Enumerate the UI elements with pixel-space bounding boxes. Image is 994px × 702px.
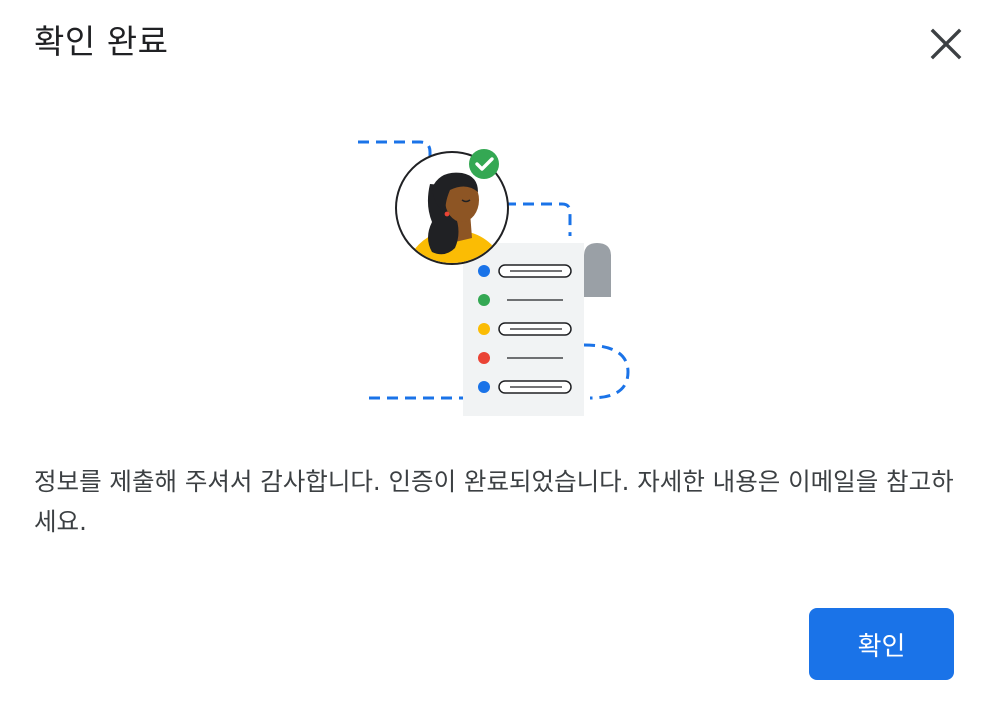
list-bullet	[478, 294, 490, 306]
dialog-title: 확인 완료	[34, 22, 169, 61]
dialog-message: 정보를 제출해 주셔서 감사합니다. 인증이 완료되었습니다. 자세한 내용은 …	[34, 467, 954, 536]
dashed-path-top	[358, 140, 432, 160]
list-bullet	[478, 352, 490, 364]
document-scroll-roll	[584, 243, 611, 297]
confirm-button[interactable]: 확인	[809, 608, 954, 680]
dashed-path-right	[583, 343, 630, 400]
close-icon	[930, 28, 962, 60]
list-bullet	[478, 381, 490, 393]
dashed-path-middle	[505, 202, 572, 236]
list-bullet	[478, 265, 490, 277]
close-button[interactable]	[922, 20, 970, 68]
verification-illustration	[358, 140, 630, 416]
confirmation-dialog: 확인 완료 정보를 제출해 주셔서 감사합니다. 인증이 완료되었습니다. 자세…	[0, 0, 994, 702]
list-bullet	[478, 323, 490, 335]
check-badge-icon	[469, 149, 499, 179]
